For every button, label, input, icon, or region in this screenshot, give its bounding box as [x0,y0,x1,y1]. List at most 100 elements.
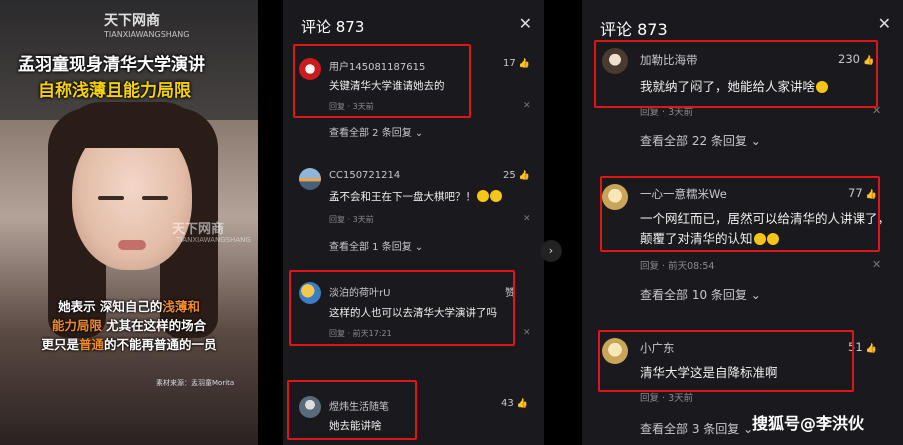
view-replies-button[interactable]: 查看全部 10 条回复 ⌄ [640,286,761,303]
like-button[interactable]: 25 👍 [503,170,530,181]
video-frame[interactable]: 天下网商 TIANXIAWANGSHANG 天下网商 TIANXIAWANGSH… [0,0,258,445]
comment-text: 清华大学这是自降标准啊 [640,365,778,380]
comments-header: 评论 873 [301,18,365,36]
like-button[interactable]: 230 👍 [838,52,874,66]
close-icon[interactable]: ✕ [878,14,891,33]
chevron-down-icon: ⌄ [750,288,761,302]
caption-line2-highlight: 能力局限 [51,318,102,333]
comment-text-content: 我就纳了闷了，她能给人家讲啥 [640,79,816,94]
dislike-icon[interactable]: ✕ [523,214,531,224]
dislike-icon[interactable]: ✕ [872,104,881,117]
like-count: 51 [848,340,863,354]
avatar[interactable] [602,48,628,74]
dislike-icon[interactable]: ✕ [523,328,531,338]
like-count: 230 [838,52,860,66]
avatar[interactable] [602,338,628,364]
comments-panel-middle: 评论 873 ✕ 用户145081187615 关键清华大学谁请她去的 回复 ·… [283,0,544,445]
video-watermark: 天下网商 [172,222,225,237]
avatar[interactable] [299,396,321,418]
video-title-line2: 自称浅薄且能力局限 [38,81,191,101]
speaker-lips [118,240,146,250]
video-title-line1: 孟羽童现身清华大学演讲 [18,55,205,75]
video-watermark-subtitle: TIANXIAWANGSHANG [176,236,251,244]
caption-line3-text-b: 的不能再普通的一员 [104,337,217,352]
view-replies-label: 查看全部 10 条回复 [640,288,747,302]
comment-username[interactable]: 煜炜生活随笔 [329,398,389,413]
avatar[interactable] [602,184,628,210]
comment-text-content: 颠覆了对清华的认知 [640,231,753,246]
sohu-watermark: 搜狐号@李洪伙 [752,414,865,433]
comment-text: 我就纳了闷了，她能给人家讲啥 [640,76,829,95]
view-replies-label: 查看全部 3 条回复 [640,422,740,436]
comment-time: 前天17:21 [352,329,392,338]
comment-username[interactable]: CC150721214 [329,170,400,181]
caption-line3-highlight: 普通 [78,337,104,352]
view-replies-button[interactable]: 查看全部 22 条回复 ⌄ [640,132,761,149]
thumbs-up-icon: 👍 [518,171,530,181]
chevron-right-icon[interactable]: › [540,240,562,262]
comment-text: 一个网红而已，居然可以给清华的人讲课了， [640,211,891,226]
comment-time: 3天前 [352,102,374,111]
smile-emoji-icon [753,233,766,245]
avatar[interactable] [299,282,321,304]
dislike-icon[interactable]: ✕ [523,101,531,111]
caption-line3: 更只是普通的不能再普通的一员 [0,334,258,353]
reply-button[interactable]: 回复 [640,107,659,118]
reply-button[interactable]: 回复 [329,329,345,338]
view-replies-button[interactable]: 查看全部 1 条回复 ⌄ [329,238,423,253]
divider-left [258,0,283,445]
caption-line1-text: 她表示 深知自己的 [58,299,163,314]
dislike-icon[interactable]: ✕ [872,258,881,271]
comment-username[interactable]: 小广东 [640,340,675,356]
comment-text: 这样的人也可以去清华大学演讲了吗 [329,307,497,319]
speaker-hair-top [62,102,202,148]
comment-meta: 回复 · 前天08:54 [640,261,715,272]
comment-username[interactable]: 一心一意糯米We [640,186,727,202]
smile-emoji-icon [766,233,779,245]
view-replies-button[interactable]: 查看全部 3 条回复 ⌄ [640,420,753,437]
reply-button[interactable]: 回复 [640,393,659,404]
comment-text: 关键清华大学谁请她去的 [329,80,445,92]
like-button[interactable]: 17 👍 [503,58,530,69]
comment-text-content: 孟不会和王在下一盘大棋吧？！ [329,191,476,203]
like-button[interactable]: 77 👍 [848,186,877,200]
like-button[interactable]: 赞 [505,284,515,299]
avatar[interactable] [299,168,321,190]
caption-line1: 她表示 深知自己的浅薄和 [0,296,258,315]
like-count: 25 [503,170,516,181]
highlight-box [594,40,878,108]
chevron-down-icon: ⌄ [414,242,424,253]
laugh-emoji-icon [816,81,829,93]
chevron-down-icon: ⌄ [414,128,424,139]
thumbs-up-icon: 👍 [516,399,528,409]
view-replies-label: 查看全部 2 条回复 [329,128,412,139]
comment-username[interactable]: 用户145081187615 [329,58,425,73]
comment-username[interactable]: 加勒比海带 [640,52,698,68]
like-button[interactable]: 43 👍 [501,398,528,409]
close-icon[interactable]: ✕ [519,14,532,33]
caption-line1-highlight: 浅薄和 [162,299,200,314]
comment-meta: 回复 · 3天前 [329,102,374,111]
speaker-eye-left [98,196,124,200]
comment-username[interactable]: 淡泊的荷叶rU [329,284,390,299]
comment-time: 3天前 [352,215,374,224]
like-button[interactable]: 51 👍 [848,340,877,354]
reply-button[interactable]: 回复 [329,215,345,224]
video-source-credit: 素材来源：孟羽童Morita [156,379,235,387]
view-replies-label: 查看全部 1 条回复 [329,242,412,253]
like-count: 17 [503,58,516,69]
comment-time: 3天前 [668,393,694,404]
comment-time: 前天08:54 [668,261,715,272]
reply-button[interactable]: 回复 [329,102,345,111]
comment-text: 孟不会和王在下一盘大棋吧？！ [329,189,502,204]
view-replies-button[interactable]: 查看全部 2 条回复 ⌄ [329,124,423,139]
caption-line2: 能力局限 尤其在这样的场合 [0,315,258,334]
laugh-emoji-icon [490,190,502,202]
thumbs-up-icon: 👍 [865,190,877,200]
laugh-emoji-icon [477,190,489,202]
reply-button[interactable]: 回复 [640,261,659,272]
avatar[interactable] [299,58,321,80]
like-label: 赞 [505,288,515,299]
comment-text-line2: 颠覆了对清华的认知 [640,228,779,247]
comments-header: 评论 873 [600,20,668,39]
